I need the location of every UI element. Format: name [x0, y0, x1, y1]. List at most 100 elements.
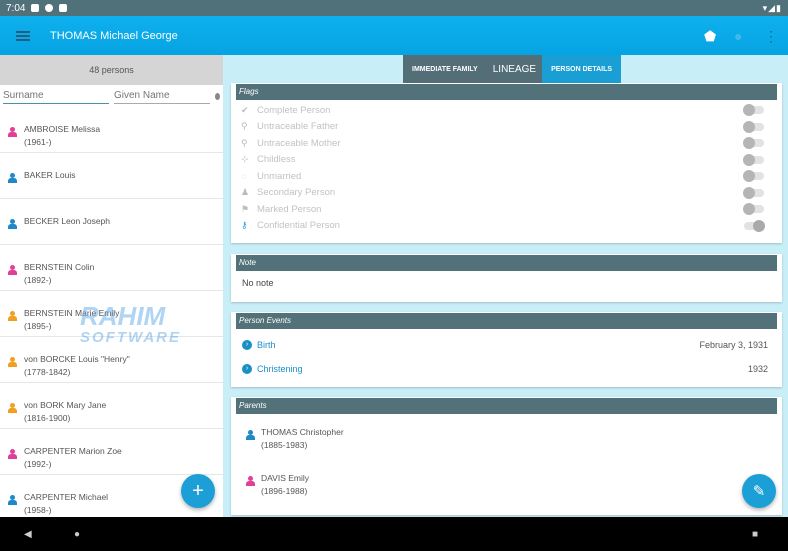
flag-label: Unmarried — [257, 170, 302, 182]
menu-icon[interactable] — [16, 30, 30, 41]
flag-label: Secondary Person — [257, 187, 336, 199]
flag-toggle[interactable] — [743, 153, 764, 166]
tab-lineage[interactable]: LINEAGE — [487, 55, 542, 84]
tab-person-details[interactable]: PERSON DETAILS — [542, 55, 622, 84]
parent-dates: (1885-1983) — [261, 440, 308, 450]
chevron-right-icon: › — [242, 340, 252, 350]
person-name: von BORCKE Louis "Henry" — [24, 354, 130, 364]
parent-dates: (1896-1988) — [261, 486, 308, 496]
person-count: 48 persons — [0, 55, 223, 85]
list-item[interactable]: BAKER Louis — [0, 153, 223, 199]
person-icon — [8, 311, 17, 321]
flag-label: Childless — [257, 154, 296, 166]
person-dates: (1992-) — [24, 459, 52, 469]
event-label: Christening — [257, 364, 303, 374]
flag-icon: ⚑ — [241, 203, 250, 214]
list-item[interactable]: von BORK Mary Jane (1816-1900) — [0, 383, 223, 429]
edit-button[interactable]: ✎ — [742, 474, 776, 508]
person-icon — [8, 173, 17, 183]
flag-label: Marked Person — [257, 203, 322, 215]
person-dates: (1816-1900) — [24, 413, 71, 423]
childless-icon: ⊹ — [241, 154, 249, 165]
check-circle-icon: ✔ — [241, 104, 249, 115]
event-date: February 3, 1931 — [699, 340, 768, 350]
flag-label: Untraceable Father — [257, 121, 339, 133]
flag-toggle[interactable] — [743, 137, 764, 150]
notification-icon — [31, 4, 40, 12]
system-icons: ▾◢▮ — [762, 2, 782, 13]
events-card: Person Events › Birth February 3, 1931 › Chr… — [231, 312, 782, 387]
list-item[interactable]: BECKER Leon Joseph — [0, 199, 223, 245]
search-row — [0, 85, 223, 107]
list-item[interactable]: CARPENTER Marion Zoe (1992-) — [0, 429, 223, 475]
flags-card: Flags ✔ Complete Person ⚲ Untraceable Fathe… — [231, 83, 782, 243]
flag-row: ⊹ Childless — [231, 152, 782, 169]
add-person-button[interactable]: + — [181, 474, 215, 508]
flag-row: ⚑ Marked Person — [231, 201, 782, 218]
flag-row: ✔ Complete Person — [231, 102, 782, 119]
parent-item[interactable]: THOMAS Christopher (1885-1983) — [231, 416, 782, 462]
person-list-panel: 48 persons AMBROISE Melissa (1961-) BAKER … — [0, 55, 223, 521]
flag-toggle[interactable] — [743, 170, 764, 183]
untraceable-father-icon: ⚲ — [241, 121, 248, 132]
flag-toggle[interactable] — [743, 104, 764, 117]
home-icon[interactable]: ⬟ — [704, 28, 716, 45]
flag-toggle[interactable] — [743, 120, 764, 133]
sd-card-icon — [59, 4, 68, 12]
flag-label: Untraceable Mother — [257, 137, 341, 149]
list-item[interactable]: von BORCKE Louis "Henry" (1778-1842) — [0, 337, 223, 383]
person-icon — [8, 127, 17, 137]
flags-header: Flags — [236, 84, 777, 100]
event-row[interactable]: › Birth February 3, 1931 — [231, 333, 782, 357]
tab-immediate-family[interactable]: IMMEDIATE FAMILY — [403, 55, 487, 84]
list-item[interactable]: BERNSTEIN Colin (1892-) — [0, 245, 223, 291]
event-label: Birth — [257, 340, 276, 350]
flag-toggle[interactable] — [743, 203, 764, 216]
navigation-bar: ◀ ● ■ — [0, 517, 788, 551]
parents-header: Parents — [236, 398, 777, 414]
events-header: Person Events — [236, 313, 777, 329]
parent-name: THOMAS Christopher — [261, 427, 344, 437]
app-bar: THOMAS Michael George ⬟ ● ⋮ — [0, 16, 788, 55]
person-icon — [8, 449, 17, 459]
more-icon[interactable]: ⋮ — [764, 28, 778, 45]
list-item[interactable]: BERNSTEIN Marie Emily (1895-) — [0, 291, 223, 337]
person-icon: ♟ — [241, 187, 250, 198]
untraceable-mother-icon: ⚲ — [241, 137, 248, 148]
note-text: No note — [242, 278, 274, 288]
person-dates: (1892-) — [24, 275, 52, 285]
recents-icon[interactable]: ■ — [752, 529, 758, 540]
person-name: BAKER Louis — [24, 170, 76, 180]
clock: 7:04 — [6, 2, 26, 14]
parent-item[interactable]: DAVIS Emily (1896-1988) — [231, 462, 782, 508]
list-item[interactable]: AMBROISE Melissa (1961-) — [0, 107, 223, 153]
person-icon — [246, 476, 255, 486]
flag-row: ⚲ Untraceable Mother — [231, 135, 782, 152]
page-title: THOMAS Michael George — [50, 29, 178, 42]
flag-row: ⚷ Confidential Person — [231, 218, 782, 235]
home-nav-icon[interactable]: ● — [74, 529, 80, 540]
note-header: Note — [236, 255, 777, 271]
given-name-input[interactable] — [114, 88, 210, 104]
event-row[interactable]: › Christening 1932 — [231, 357, 782, 381]
person-name: BERNSTEIN Colin — [24, 262, 95, 272]
flag-row: ⚲ Untraceable Father — [231, 119, 782, 136]
person-icon — [8, 495, 17, 505]
flag-toggle[interactable] — [744, 219, 765, 232]
surname-input[interactable] — [3, 88, 109, 104]
key-icon: ⚷ — [241, 220, 248, 231]
star-icon[interactable]: ● — [734, 28, 742, 44]
person-name: von BORK Mary Jane — [24, 400, 107, 410]
flag-toggle[interactable] — [743, 186, 764, 199]
event-date: 1932 — [747, 364, 768, 374]
flag-row: ◌ Unmarried — [231, 168, 782, 185]
note-card: Note No note — [231, 254, 782, 302]
tab-bar: IMMEDIATE FAMILY LINEAGE PERSON DETAILS — [403, 55, 622, 84]
clear-icon[interactable] — [215, 92, 220, 100]
person-name: AMBROISE Melissa — [24, 124, 101, 134]
status-bar: 7:04 ▾◢▮ — [0, 0, 788, 16]
person-name: CARPENTER Marion Zoe — [24, 446, 122, 456]
back-icon[interactable]: ◀ — [24, 529, 32, 540]
parents-card: Parents THOMAS Christopher (1885-1983) DAV… — [231, 397, 782, 515]
notification-icon — [45, 4, 54, 12]
